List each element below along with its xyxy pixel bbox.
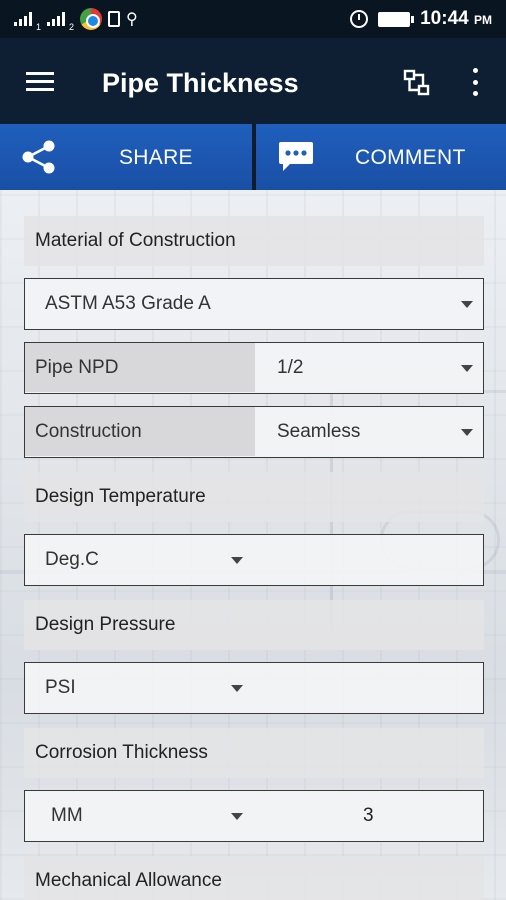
hierarchy-icon[interactable] — [402, 68, 432, 98]
design-pressure-row: PSI — [24, 662, 484, 714]
menu-icon[interactable] — [26, 72, 54, 92]
design-pressure-label: Design Pressure — [24, 600, 484, 650]
pressure-unit-select[interactable]: PSI — [45, 663, 76, 713]
corrosion-thickness-label: Corrosion Thickness — [24, 728, 484, 778]
material-select[interactable]: ASTM A53 Grade A — [24, 278, 484, 330]
form-content: Material of Construction ASTM A53 Grade … — [0, 190, 506, 900]
signal-icon — [47, 12, 66, 26]
design-temperature-label: Design Temperature — [24, 472, 484, 522]
material-label: Material of Construction — [24, 216, 484, 266]
comment-label: COMMENT — [355, 146, 466, 169]
material-value: ASTM A53 Grade A — [45, 293, 211, 314]
design-pressure-input[interactable] — [275, 663, 475, 712]
sd-card-icon — [108, 11, 121, 27]
corrosion-unit-select[interactable]: MM — [51, 791, 83, 841]
chevron-down-icon — [231, 557, 243, 564]
chevron-down-icon — [231, 685, 243, 692]
share-icon — [22, 140, 55, 174]
page-title: Pipe Thickness — [102, 68, 299, 98]
comment-icon — [279, 142, 313, 171]
alarm-icon — [350, 10, 369, 28]
temperature-unit-select[interactable]: Deg.C — [45, 535, 99, 585]
construction-row: Construction Seamless — [24, 406, 484, 458]
browser-icon — [80, 8, 103, 30]
app-bar: Pipe Thickness — [0, 38, 506, 124]
chevron-down-icon — [461, 365, 473, 372]
battery-icon — [378, 11, 415, 27]
construction-label: Construction — [35, 421, 142, 442]
pipe-npd-select[interactable]: 1/2 — [277, 343, 303, 393]
share-button[interactable]: SHARE — [0, 124, 252, 190]
design-temperature-input[interactable] — [275, 535, 475, 584]
action-bar: SHARE COMMENT — [0, 124, 506, 190]
pipe-npd-label: Pipe NPD — [35, 357, 119, 378]
chevron-down-icon — [231, 813, 243, 820]
usb-icon: ⚲ — [126, 11, 138, 28]
design-temperature-row: Deg.C — [24, 534, 484, 586]
signal-label: 2 — [69, 22, 75, 32]
more-vert-icon[interactable] — [468, 68, 482, 96]
status-bar: 1 2 ⚲ 10:44 PM — [0, 0, 506, 38]
signal-icon — [14, 12, 32, 26]
share-label: SHARE — [119, 146, 193, 169]
corrosion-thickness-input[interactable]: 3 — [363, 791, 374, 841]
mechanical-allowance-label: Mechanical Allowance — [24, 856, 484, 900]
corrosion-thickness-row: MM 3 — [24, 790, 484, 842]
pipe-npd-row: Pipe NPD 1/2 — [24, 342, 484, 394]
chevron-down-icon — [461, 301, 473, 308]
comment-button[interactable]: COMMENT — [256, 124, 506, 190]
signal-label: 1 — [36, 22, 42, 32]
chevron-down-icon — [461, 429, 473, 436]
clock: 10:44 PM — [420, 8, 492, 29]
construction-select[interactable]: Seamless — [277, 407, 360, 457]
